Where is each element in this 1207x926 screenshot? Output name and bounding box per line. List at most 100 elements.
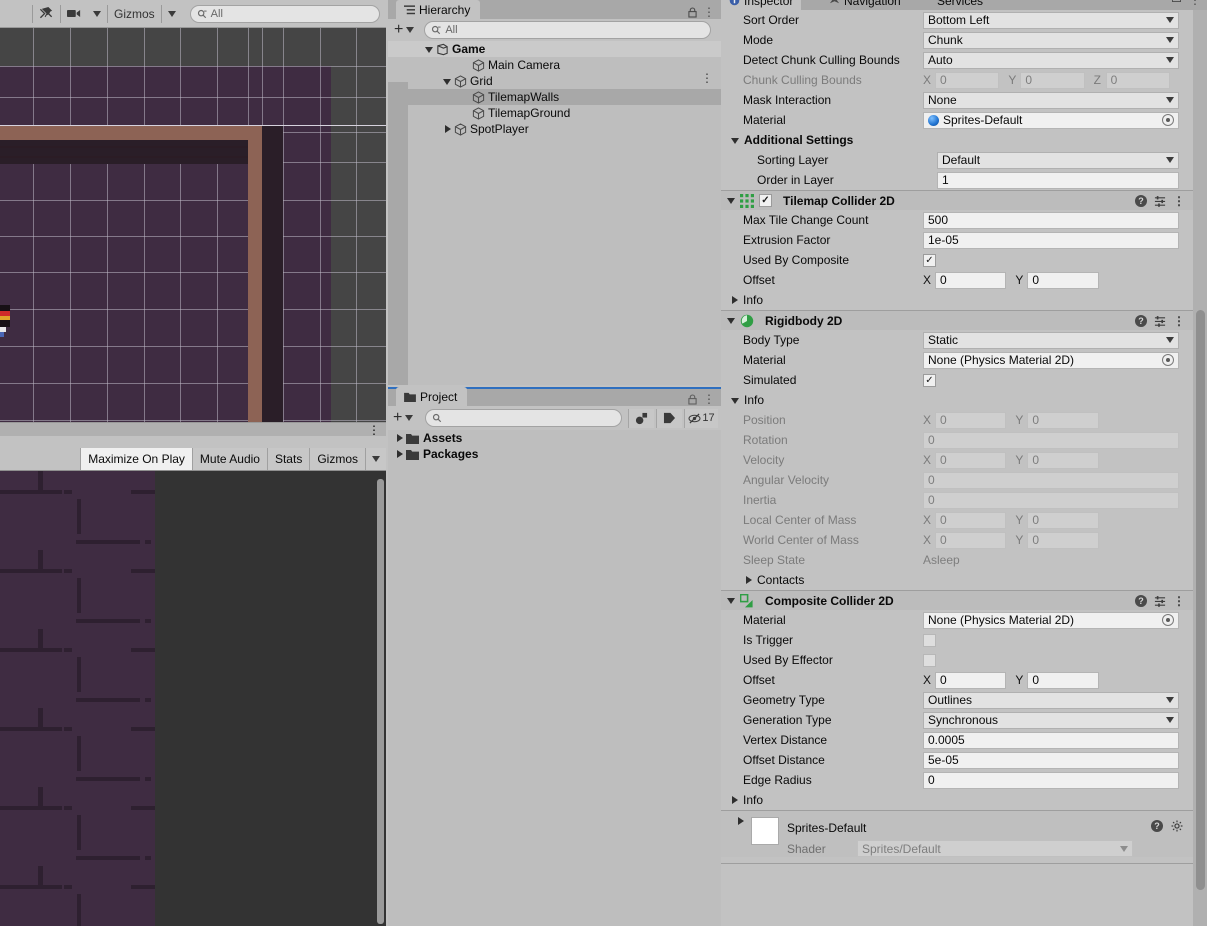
hierarchy-item-tilemapwalls[interactable]: TilemapWalls	[388, 89, 721, 105]
input-local-center-of-mass-x[interactable]: 0	[935, 511, 1007, 529]
triangle-down-icon[interactable]	[731, 397, 739, 404]
input-world-center-of-mass-y[interactable]: 0	[1027, 531, 1099, 549]
dropdown-mode[interactable]: Chunk	[923, 31, 1179, 49]
triangle-right-icon[interactable]	[745, 576, 752, 584]
mute-audio-button[interactable]: Mute Audio	[191, 447, 267, 470]
stats-button[interactable]: Stats	[266, 447, 310, 470]
checkbox-simulated[interactable]: ✓	[923, 373, 936, 387]
input-offset-distance[interactable]: 5e-05	[923, 751, 1179, 769]
help-icon[interactable]: ?	[1135, 314, 1147, 327]
expand-toggle-icon[interactable]	[422, 46, 436, 53]
filter-by-label-icon[interactable]	[656, 408, 682, 428]
dropdown-generation-type[interactable]: Synchronous	[923, 711, 1179, 729]
component-header-composite-collider-2d[interactable]: Composite Collider 2D?	[721, 591, 1193, 610]
preset-icon[interactable]	[1154, 315, 1166, 327]
input-order-in-layer[interactable]: 1	[937, 171, 1179, 189]
hierarchy-tree[interactable]: Game Main Camera Grid TilemapWalls TilemapGr…	[388, 41, 721, 385]
tab-inspector[interactable]: Inspector	[721, 0, 802, 10]
component-header-rigidbody-2d[interactable]: Rigidbody 2D?	[721, 311, 1193, 330]
preset-icon[interactable]	[1154, 595, 1166, 607]
hierarchy-add-dropdown-icon[interactable]	[406, 27, 415, 33]
object-picker-icon[interactable]	[1162, 354, 1174, 366]
tab-hierarchy[interactable]: Hierarchy	[396, 0, 481, 19]
kebab-menu-icon[interactable]	[1189, 0, 1201, 7]
triangle-right-icon[interactable]	[729, 817, 751, 825]
hierarchy-add-button[interactable]: +	[394, 22, 403, 38]
foldout-info[interactable]: Info	[721, 390, 1193, 410]
shader-dropdown[interactable]: Sprites/Default	[857, 840, 1133, 857]
kebab-menu-icon[interactable]	[1173, 194, 1185, 208]
dropdown-sort-order[interactable]: Bottom Left	[923, 11, 1179, 29]
hierarchy-item-game[interactable]: Game	[388, 41, 721, 57]
foldout-info[interactable]: Info	[721, 290, 1193, 310]
project-add-dropdown-icon[interactable]	[405, 415, 414, 421]
expand-toggle-icon[interactable]	[440, 125, 454, 133]
filter-by-type-icon[interactable]	[628, 408, 654, 428]
foldout-info[interactable]: Info	[721, 790, 1193, 810]
input-rotation[interactable]: 0	[923, 431, 1179, 449]
gizmos-dropdown-icon[interactable]	[162, 4, 182, 24]
hierarchy-item-tilemapground[interactable]: TilemapGround	[388, 105, 721, 121]
tools-icon[interactable]	[33, 4, 60, 24]
kebab-menu-icon[interactable]	[1173, 594, 1185, 608]
input-offset-y[interactable]: 0	[1027, 271, 1099, 289]
kebab-menu-icon[interactable]	[703, 5, 715, 19]
scene-kebab-menu-icon[interactable]	[701, 71, 713, 85]
input-chunk-culling-bounds-z[interactable]: 0	[1105, 71, 1170, 89]
project-item-packages[interactable]: Packages	[388, 446, 721, 462]
triangle-down-icon[interactable]	[727, 197, 735, 204]
lock-icon[interactable]	[688, 393, 697, 405]
input-angular-velocity[interactable]: 0	[923, 471, 1179, 489]
expand-toggle-icon[interactable]	[392, 434, 406, 442]
hierarchy-item-main-camera[interactable]: Main Camera	[388, 57, 721, 73]
help-icon[interactable]: ?	[1135, 594, 1147, 607]
component-header-tilemap-collider-2d[interactable]: ✓ Tilemap Collider 2D?	[721, 191, 1193, 210]
foldout-contacts[interactable]: Contacts	[721, 570, 1193, 590]
kebab-menu-icon[interactable]	[703, 392, 715, 406]
game-canvas[interactable]	[0, 471, 386, 926]
input-edge-radius[interactable]: 0	[923, 771, 1179, 789]
lock-icon[interactable]	[688, 6, 697, 18]
checkbox-used-by-effector[interactable]	[923, 653, 936, 667]
dropdown-body-type[interactable]: Static	[923, 331, 1179, 349]
input-offset-x[interactable]: 0	[935, 271, 1007, 289]
tab-services[interactable]: Services	[929, 0, 991, 10]
input-offset-y[interactable]: 0	[1027, 671, 1099, 689]
expand-toggle-icon[interactable]	[440, 78, 454, 85]
foldout-additional-settings[interactable]: Additional Settings	[721, 130, 1193, 150]
expand-toggle-icon[interactable]	[392, 450, 406, 458]
triangle-right-icon[interactable]	[731, 796, 738, 804]
object-field-material[interactable]: None (Physics Material 2D)	[923, 611, 1179, 629]
scene-canvas[interactable]	[0, 28, 386, 436]
object-picker-icon[interactable]	[1162, 614, 1174, 626]
triangle-right-icon[interactable]	[731, 296, 738, 304]
maximize-icon[interactable]	[1172, 0, 1181, 7]
component-enabled-checkbox[interactable]: ✓	[759, 194, 772, 207]
input-chunk-culling-bounds-x[interactable]: 0	[935, 71, 1000, 89]
inspector-scrollbar-track[interactable]	[1193, 10, 1207, 926]
object-field-material[interactable]: Sprites-Default	[923, 111, 1179, 129]
input-velocity-x[interactable]: 0	[935, 451, 1007, 469]
game-view-scrollbar[interactable]	[377, 479, 384, 924]
input-max-tile-change-count[interactable]: 500	[923, 211, 1179, 229]
game-gizmos-button[interactable]: Gizmos	[309, 447, 365, 470]
game-gizmos-dropdown-icon[interactable]	[365, 447, 386, 470]
kebab-menu-icon[interactable]	[1173, 314, 1185, 328]
dropdown-detect-chunk-culling-bounds[interactable]: Auto	[923, 51, 1179, 69]
input-position-y[interactable]: 0	[1027, 411, 1099, 429]
object-field-material[interactable]: None (Physics Material 2D)	[923, 351, 1179, 369]
hierarchy-item-grid[interactable]: Grid	[388, 73, 721, 89]
tab-project[interactable]: Project	[396, 387, 468, 406]
input-local-center-of-mass-y[interactable]: 0	[1027, 511, 1099, 529]
preset-icon[interactable]	[1154, 195, 1166, 207]
project-search-input[interactable]	[425, 409, 622, 427]
project-tree[interactable]: Assets Packages	[388, 430, 721, 926]
triangle-down-icon[interactable]	[727, 597, 735, 604]
input-offset-x[interactable]: 0	[935, 671, 1007, 689]
input-vertex-distance[interactable]: 0.0005	[923, 731, 1179, 749]
hierarchy-search-input[interactable]: All	[424, 21, 711, 39]
project-add-button[interactable]: +	[393, 410, 402, 426]
scene-search-input[interactable]: All	[189, 4, 380, 23]
input-extrusion-factor[interactable]: 1e-05	[923, 231, 1179, 249]
help-icon[interactable]: ?	[1151, 820, 1163, 832]
